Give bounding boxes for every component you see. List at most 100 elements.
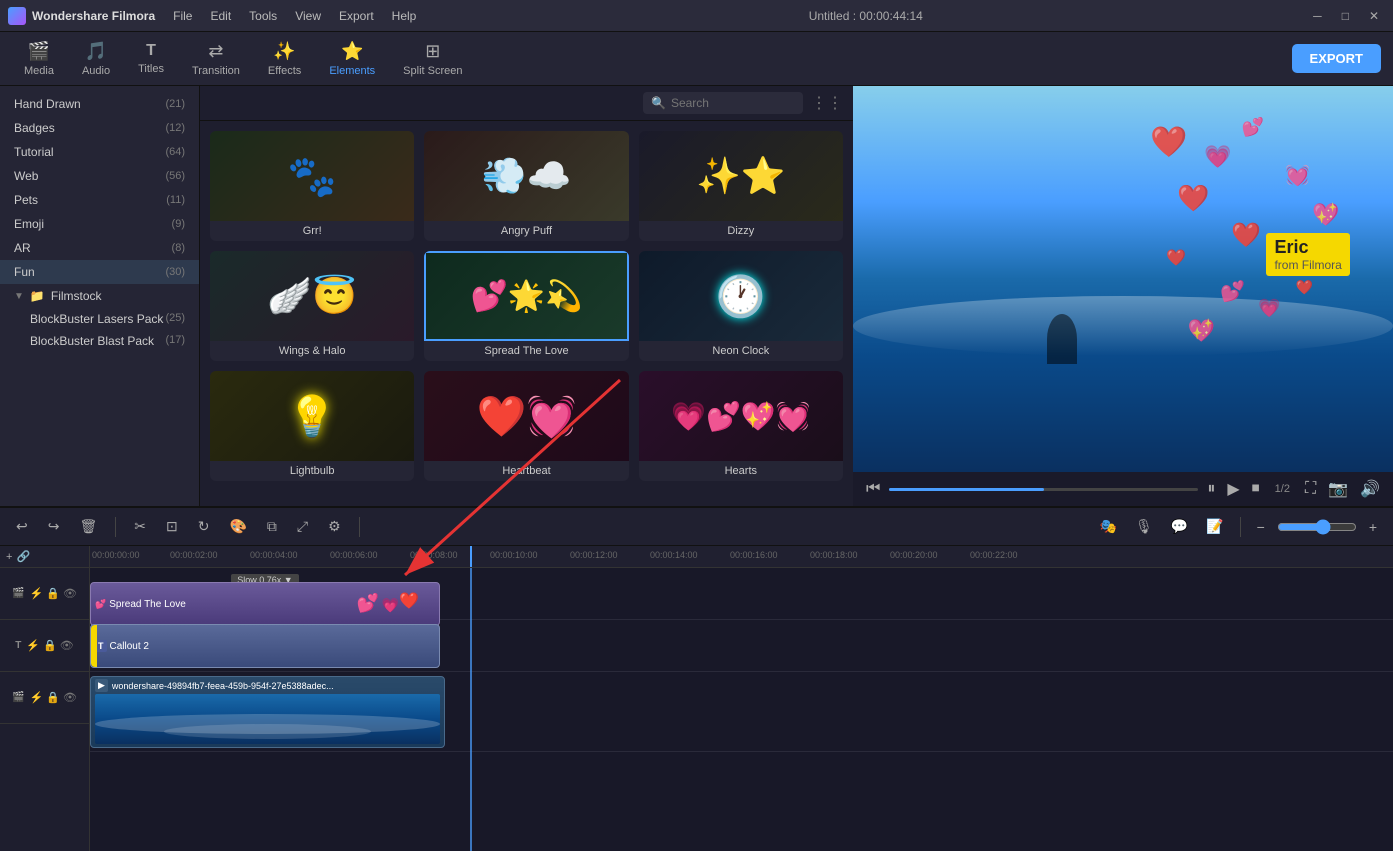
ruler-mark-4: 00:00:08:00 [410, 550, 458, 560]
zoom-slider[interactable] [1277, 519, 1357, 535]
sidebar-item-web[interactable]: Web (56) [0, 164, 199, 188]
redo-button[interactable]: ↪ [42, 515, 66, 538]
sidebar-item-badges[interactable]: Badges (12) [0, 116, 199, 140]
cut-button[interactable]: ✂ [128, 515, 152, 538]
elements-button[interactable]: ⭐ Elements [317, 35, 387, 83]
stop-button[interactable]: ⏹ [1249, 477, 1263, 501]
undo-button[interactable]: ↩ [10, 515, 34, 538]
grid-options-icon[interactable]: ⋮⋮ [811, 93, 843, 113]
sidebar-item-fun[interactable]: Fun (30) [0, 260, 199, 284]
transition-label: Transition [192, 65, 240, 77]
splitscreen-button[interactable]: ⊞ Split Screen [391, 35, 474, 83]
elements-panel: 🔍 ⋮⋮ 🐾 Grr! 💨☁️ Angry Puff ✨⭐ [200, 86, 853, 506]
rotate-button[interactable]: ↻ [192, 515, 216, 538]
scene-button[interactable]: 🎭 [1094, 515, 1123, 538]
export-button[interactable]: EXPORT [1292, 44, 1381, 73]
timeline: ↩ ↪ 🗑 ✂ ⊡ ↻ 🎨 ⧉ ⤢ ⚙ 🎭 🎙 💬 📝 − + + 🔗 [0, 506, 1393, 851]
effects-button[interactable]: ✨ Effects [256, 35, 313, 83]
blockbuster-blast-count: (17) [165, 334, 185, 348]
callout-color-bar [91, 625, 97, 667]
zoom-out-button[interactable]: − [1251, 516, 1271, 538]
adjust-button[interactable]: ⚙ [322, 515, 347, 538]
video-thumbnail [95, 694, 440, 744]
menu-tools[interactable]: Tools [241, 7, 285, 25]
preview-video: ❤️ 💗 💕 ❤️ 💓 ❤️ 💗 💖 ❤️ 💕 💗 ❤️ 💖 Eric from… [853, 86, 1393, 472]
grid-item-neon-clock-label: Neon Clock [639, 341, 843, 361]
ruler-mark-5: 00:00:10:00 [490, 550, 538, 560]
titles-button[interactable]: T Titles [126, 36, 176, 81]
skip-back-button[interactable]: ⏮ [863, 477, 883, 501]
add-track-button[interactable]: + [6, 551, 12, 563]
delete-button[interactable]: 🗑 [73, 515, 103, 538]
overlay-button[interactable]: ⧉ [261, 515, 283, 538]
crop-button[interactable]: ⊡ [160, 515, 184, 538]
grid-item-heartbeat[interactable]: ❤️💓 Heartbeat [424, 371, 628, 481]
grid-item-grr[interactable]: 🐾 Grr! [210, 131, 414, 241]
menu-help[interactable]: Help [384, 7, 425, 25]
sidebar-group-filmstock[interactable]: ▼ 📁 Filmstock [0, 284, 199, 308]
audio-button[interactable]: 🎵 Audio [70, 35, 122, 83]
camera-button[interactable]: 📷 [1325, 476, 1351, 502]
sidebar-item-emoji[interactable]: Emoji (9) [0, 212, 199, 236]
elements-grid: 🐾 Grr! 💨☁️ Angry Puff ✨⭐ Dizzy 🪽😇 [200, 121, 853, 491]
play-button[interactable]: ⏸ [1204, 477, 1218, 501]
menu-export[interactable]: Export [331, 7, 382, 25]
video-track-icon: 🎬 [12, 692, 24, 703]
media-button[interactable]: 🎬 Media [12, 35, 66, 83]
audio-track-button[interactable]: 🎙 [1129, 515, 1159, 538]
sidebar: Hand Drawn (21) Badges (12) Tutorial (64… [0, 86, 200, 506]
play-forward-button[interactable]: ▶ [1224, 476, 1242, 502]
video-eye-icon[interactable]: 👁 [63, 691, 77, 704]
zoom-in-button[interactable]: + [1363, 516, 1383, 538]
volume-button[interactable]: 🔊 [1357, 476, 1383, 502]
callout-lock-icon[interactable]: 🔒 [43, 639, 57, 652]
track-lock-icon[interactable]: 🔒 [46, 587, 60, 600]
link-button[interactable]: 🔗 [16, 550, 30, 563]
timeline-right-controls: 🎭 🎙 💬 📝 − + [1094, 515, 1383, 538]
fullscreen2-button[interactable]: ⤢ [291, 515, 314, 538]
grid-item-lightbulb[interactable]: 💡 Lightbulb [210, 371, 414, 481]
menu-file[interactable]: File [165, 7, 200, 25]
transition-button[interactable]: ⇄ Transition [180, 35, 252, 83]
callout-speed-icon[interactable]: ⚡ [26, 639, 40, 652]
media-icon: 🎬 [28, 41, 50, 62]
close-button[interactable]: ✕ [1363, 7, 1385, 25]
menu-edit[interactable]: Edit [202, 7, 239, 25]
video-lock-icon[interactable]: 🔒 [46, 691, 60, 704]
titlebar: Wondershare Filmora File Edit Tools View… [0, 0, 1393, 32]
track-speed-icon[interactable]: ⚡ [30, 587, 44, 600]
color-button[interactable]: 🎨 [223, 515, 252, 538]
fullscreen-button[interactable]: ⛶ [1302, 477, 1319, 501]
track-header-video: 🎬 ⚡ 🔒 👁 [0, 672, 89, 724]
sidebar-item-hand-drawn[interactable]: Hand Drawn (21) [0, 92, 199, 116]
grid-item-hearts[interactable]: 💗💕💖💓 Hearts [639, 371, 843, 481]
sidebar-count-tutorial: (64) [165, 146, 185, 158]
grid-item-spread-love[interactable]: 💕🌟💫 Spread The Love [424, 251, 628, 361]
search-input[interactable] [671, 96, 795, 110]
clip-video[interactable]: ▶ wondershare-49894fb7-feea-459b-954f-27… [90, 676, 445, 748]
sidebar-item-blockbuster-lasers[interactable]: BlockBuster Lasers Pack (25) [0, 308, 199, 330]
search-box[interactable]: 🔍 [643, 92, 803, 114]
maximize-button[interactable]: □ [1336, 7, 1355, 25]
sidebar-item-ar[interactable]: AR (8) [0, 236, 199, 260]
app-logo: Wondershare Filmora [8, 7, 155, 25]
callout-eye-icon[interactable]: 👁 [60, 639, 74, 652]
video-speed-icon[interactable]: ⚡ [30, 691, 44, 704]
sidebar-item-blockbuster-blast[interactable]: BlockBuster Blast Pack (17) [0, 330, 199, 352]
sidebar-item-pets[interactable]: Pets (11) [0, 188, 199, 212]
minimize-button[interactable]: ─ [1307, 7, 1328, 25]
clip-callout[interactable]: T Callout 2 [90, 624, 440, 668]
menu-view[interactable]: View [287, 7, 329, 25]
sidebar-item-tutorial[interactable]: Tutorial (64) [0, 140, 199, 164]
grid-item-wings-halo[interactable]: 🪽😇 Wings & Halo [210, 251, 414, 361]
progress-bar[interactable] [889, 488, 1198, 491]
playhead[interactable] [470, 546, 472, 567]
track-eye-icon[interactable]: 👁 [63, 587, 77, 600]
caption-button[interactable]: 📝 [1200, 515, 1229, 538]
app-logo-icon [8, 7, 26, 25]
grid-item-dizzy[interactable]: ✨⭐ Dizzy [639, 131, 843, 241]
track-row-spread-love: Slow 0.76x ▼ 💕 Spread The Love 💕 💗 ❤️ [90, 568, 1393, 620]
grid-item-neon-clock[interactable]: 🕐 Neon Clock [639, 251, 843, 361]
grid-item-angry-puff[interactable]: 💨☁️ Angry Puff [424, 131, 628, 241]
subtitle-button[interactable]: 💬 [1165, 515, 1194, 538]
